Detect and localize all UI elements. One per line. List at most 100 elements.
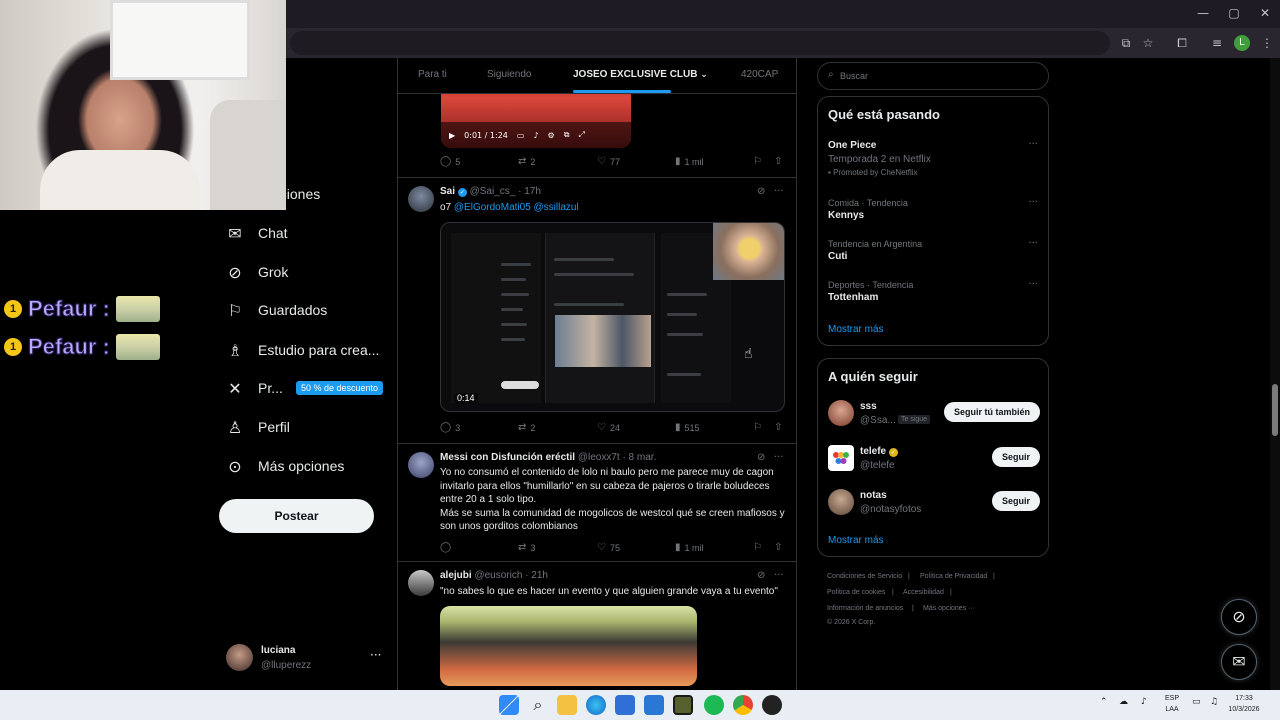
share-button[interactable]: ⇧ <box>774 542 782 553</box>
grok-icon[interactable]: ⊘ <box>757 570 765 581</box>
share-button[interactable]: ⇧ <box>774 156 782 167</box>
nav-premium[interactable]: ✕ Pr... <box>226 373 283 403</box>
author-handle[interactable]: @leoxx7t <box>578 452 620 463</box>
author-handle[interactable]: @Sai_cs_ <box>470 186 516 197</box>
minimize-button[interactable]: — <box>1188 4 1218 22</box>
author-name[interactable]: Messi con Disfunción eréctil <box>440 452 575 463</box>
tweet-time[interactable]: · 21h <box>525 570 548 581</box>
messages-floating-button[interactable]: ✉ <box>1221 644 1257 680</box>
share-button[interactable]: ⇧ <box>774 422 782 433</box>
more-icon[interactable]: ··· <box>1028 197 1038 208</box>
tweet[interactable]: Messi con Disfunción eréctil @leoxx7t · … <box>398 444 796 562</box>
like-button[interactable]: ♡ 77 <box>597 156 620 167</box>
pip-icon[interactable]: ⧉ <box>564 130 570 140</box>
repost-button[interactable]: ⇄ 3 <box>518 542 535 553</box>
app-icon[interactable] <box>762 695 782 715</box>
grok-floating-button[interactable]: ⊘ <box>1221 599 1257 635</box>
follow-button[interactable]: Seguir <box>991 447 1040 467</box>
like-button[interactable]: ♡ 75 <box>597 542 620 553</box>
nav-grok[interactable]: ⊘ Grok <box>226 257 288 287</box>
reply-button[interactable]: ◯ 3 <box>440 422 460 433</box>
footer-link[interactable]: Política de Privacidad <box>920 573 987 580</box>
follow-suggestion[interactable]: telefe ✓ @telefe Seguir <box>828 445 1040 475</box>
show-more-trends-link[interactable]: Mostrar más <box>828 324 884 335</box>
maximize-button[interactable]: ▢ <box>1219 4 1249 22</box>
network-icon[interactable]: ☁ <box>1119 697 1128 707</box>
tweet[interactable]: Sai ✓ @Sai_cs_ · 17h ⊘ ··· o7 @ElGordoMa… <box>398 178 796 444</box>
file-explorer-icon[interactable] <box>557 695 577 715</box>
follow-name[interactable]: telefe ✓ <box>860 446 898 457</box>
trend-item[interactable]: One Piece Temporada 2 en Netflix ▪ Promo… <box>828 139 1038 179</box>
trend-item[interactable]: Comida · Tendencia Kennys ··· <box>828 197 1038 223</box>
media-icon[interactable]: ≡ <box>1208 34 1226 52</box>
views-button[interactable]: ▮ 1 mil <box>675 156 704 167</box>
language-indicator[interactable]: ESP LAA <box>1160 693 1184 715</box>
tweet[interactable]: alejubi @eusorich · 21h ⊘ ··· "no sabes … <box>398 562 796 690</box>
search-input[interactable] <box>840 68 1030 84</box>
show-more-follow-link[interactable]: Mostrar más <box>828 535 884 546</box>
tweet-time[interactable]: · 8 mar. <box>622 452 656 463</box>
search-box[interactable]: ⌕ <box>817 62 1049 90</box>
address-bar[interactable] <box>290 31 1110 55</box>
mute-icon[interactable]: ♪ <box>533 131 538 140</box>
edge-icon[interactable] <box>586 695 606 715</box>
post-button[interactable]: Postear <box>219 499 374 533</box>
settings-icon[interactable]: ⚙ <box>548 131 555 140</box>
captions-icon[interactable]: ▭ <box>517 131 525 140</box>
tweet-media[interactable] <box>440 606 697 686</box>
extensions-icon[interactable]: ⧠ <box>1173 34 1191 52</box>
tab-420cap[interactable]: 420CAP <box>741 69 778 80</box>
avatar[interactable] <box>828 400 854 426</box>
follow-suggestion[interactable]: sss @Ssa... Te sigue Seguir tú también <box>828 400 1040 430</box>
views-button[interactable]: ▮ 515 <box>675 422 700 433</box>
outlook-icon[interactable] <box>644 695 664 715</box>
tab-for-you[interactable]: Para ti <box>418 69 447 80</box>
tab-joseo-exclusive-club[interactable]: JOSEO EXCLUSIVE CLUB ⌄ <box>573 69 708 80</box>
views-button[interactable]: ▮ 1 mil <box>675 542 704 553</box>
nav-profile[interactable]: ♙ Perfil <box>226 412 290 442</box>
telefe-logo-icon[interactable] <box>828 445 854 471</box>
chrome-icon[interactable] <box>733 695 753 715</box>
follow-suggestion[interactable]: notas @notasyfotos Seguir <box>828 489 1040 519</box>
more-icon[interactable]: ··· <box>774 186 784 197</box>
account-switcher[interactable]: luciana @lluperezz ··· <box>226 644 386 674</box>
like-button[interactable]: ♡ 24 <box>597 422 620 433</box>
volume-icon[interactable]: ♫ <box>1210 697 1218 707</box>
tab-following[interactable]: Siguiendo <box>487 69 531 80</box>
trend-item[interactable]: Tendencia en Argentina Cuti ··· <box>828 238 1038 264</box>
repost-button[interactable]: ⇄ 2 <box>518 422 535 433</box>
footer-link[interactable]: Condiciones de Servicio <box>827 573 902 580</box>
footer-link[interactable]: Accesibilidad <box>903 589 944 596</box>
nav-more-options[interactable]: ⊙ Más opciones <box>226 451 344 481</box>
search-icon[interactable]: ⌕ <box>528 695 548 715</box>
scrollbar-track[interactable] <box>1270 58 1280 690</box>
nav-bookmarks[interactable]: ⚐ Guardados <box>226 295 327 325</box>
more-icon[interactable]: ··· <box>1028 139 1038 150</box>
bookmark-button[interactable]: ⚐ <box>753 542 762 553</box>
menu-icon[interactable]: ⋮ <box>1258 34 1276 52</box>
repost-button[interactable]: ⇄ 2 <box>518 156 535 167</box>
nav-chat[interactable]: ✉ Chat <box>226 218 287 248</box>
nav-creator-studio[interactable]: ♗ Estudio para crea... <box>226 335 380 365</box>
chevron-up-icon[interactable]: ⌃ <box>1100 697 1108 707</box>
reply-button[interactable]: ◯ <box>440 542 455 553</box>
footer-link[interactable]: Información de anuncios <box>827 605 903 612</box>
profile-avatar[interactable]: L <box>1234 35 1250 51</box>
follow-name[interactable]: notas <box>860 490 887 501</box>
avatar[interactable] <box>408 452 434 478</box>
bookmark-button[interactable]: ⚐ <box>753 156 762 167</box>
avatar[interactable] <box>828 489 854 515</box>
fullscreen-icon[interactable]: ⤢ <box>578 130 584 140</box>
store-icon[interactable] <box>615 695 635 715</box>
bookmark-button[interactable]: ⚐ <box>753 422 762 433</box>
follow-name[interactable]: sss <box>860 401 877 412</box>
spotify-icon[interactable] <box>704 695 724 715</box>
play-icon[interactable]: ▶ <box>449 131 455 140</box>
video-player[interactable]: 0:14 <box>440 222 785 412</box>
cast-icon[interactable]: ⧉ <box>1117 34 1135 52</box>
tweet-time[interactable]: · 17h <box>518 186 541 197</box>
star-icon[interactable]: ☆ <box>1139 34 1157 52</box>
microphone-icon[interactable]: ♪ <box>1141 697 1147 707</box>
reply-button[interactable]: ◯ 5 <box>440 156 460 167</box>
avatar[interactable] <box>408 570 434 596</box>
